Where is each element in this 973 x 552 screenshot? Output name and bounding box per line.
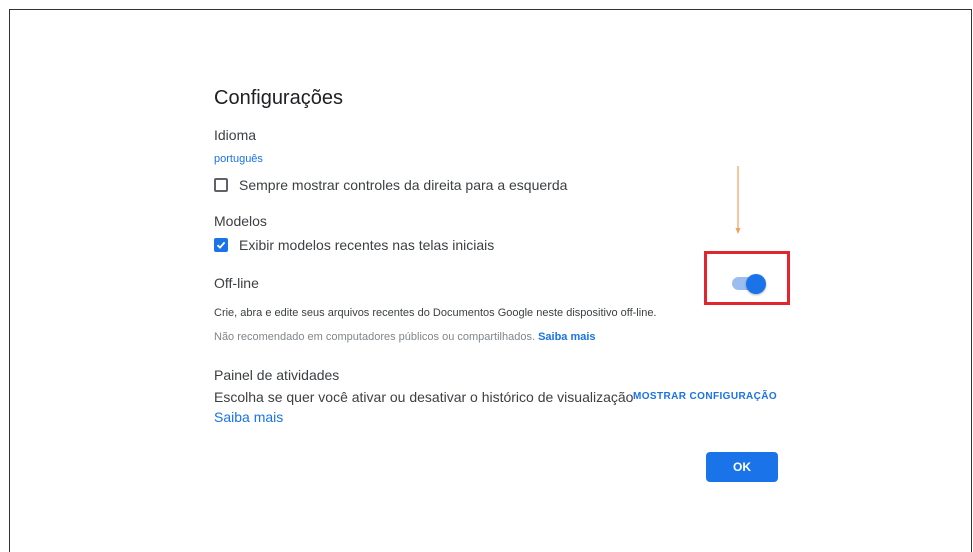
activity-description: Escolha se quer você ativar ou desativar… <box>214 389 634 405</box>
dialog-title: Configurações <box>214 87 343 109</box>
rtl-controls-label: Sempre mostrar controles da direita para… <box>239 177 568 193</box>
offline-warning-row: Não recomendado em computadores públicos… <box>214 331 596 343</box>
recent-templates-option[interactable]: Exibir modelos recentes nas telas inicia… <box>214 237 494 253</box>
show-settings-link[interactable]: MOSTRAR CONFIGURAÇÃO <box>633 391 777 402</box>
recent-templates-label: Exibir modelos recentes nas telas inicia… <box>239 237 495 253</box>
toggle-knob <box>746 274 766 294</box>
recent-templates-checkbox[interactable] <box>214 238 228 252</box>
activity-heading: Painel de atividades <box>214 367 340 383</box>
offline-description: Crie, abra e edite seus arquivos recente… <box>214 307 657 319</box>
offline-learn-more-link[interactable]: Saiba mais <box>538 331 595 343</box>
offline-toggle[interactable] <box>730 274 766 294</box>
annotation-arrow-icon <box>735 166 741 234</box>
activity-learn-more-link[interactable]: Saiba mais <box>214 409 283 425</box>
rtl-controls-checkbox[interactable] <box>214 178 228 192</box>
language-heading: Idioma <box>214 127 257 143</box>
ok-button[interactable]: OK <box>706 452 778 482</box>
offline-heading: Off-line <box>214 275 259 291</box>
rtl-controls-option[interactable]: Sempre mostrar controles da direita para… <box>214 177 567 193</box>
offline-warning: Não recomendado em computadores públicos… <box>214 331 536 343</box>
language-select-link[interactable]: português <box>214 153 263 165</box>
checkmark-icon <box>216 241 226 249</box>
templates-heading: Modelos <box>214 213 267 229</box>
